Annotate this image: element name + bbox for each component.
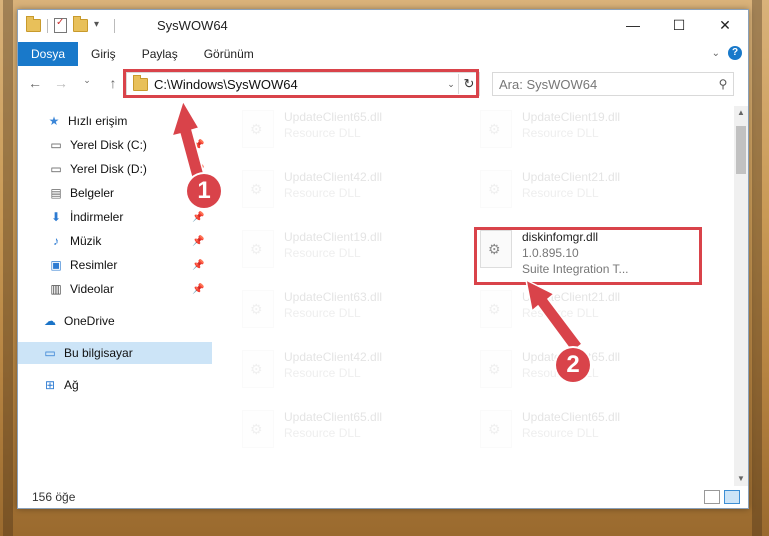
callout-2: 2: [556, 348, 590, 382]
dll-file-icon: [242, 110, 274, 148]
close-button[interactable]: ✕: [702, 10, 748, 40]
list-item[interactable]: UpdateClient42.dllResource DLL: [242, 350, 462, 400]
pictures-icon: ▣: [50, 258, 62, 272]
list-item[interactable]: UpdateClient21.dllResource DLL: [480, 290, 700, 340]
title-bar: ▾ SysWOW64 — ☐ ✕: [18, 10, 748, 42]
sidebar-item-network[interactable]: ⊞ Ağ: [18, 374, 212, 396]
sidebar-item-quick-access[interactable]: ★ Hızlı erişim: [18, 110, 212, 132]
dll-file-icon: [480, 170, 512, 208]
dll-file-icon: [480, 350, 512, 388]
list-item[interactable]: UpdateClient65.dllResource DLL: [242, 410, 462, 460]
help-icon[interactable]: ?: [728, 46, 742, 60]
sidebar-item-pictures[interactable]: ▣ Resimler 📌: [18, 254, 212, 276]
dll-file-icon: [242, 170, 274, 208]
file-list: UpdateClient65.dllResource DLL UpdateCli…: [214, 106, 734, 486]
item-count: 156 öğe: [32, 490, 76, 504]
list-item[interactable]: UpdateClient63.dllResource DLL: [242, 290, 462, 340]
pin-icon: 📌: [192, 235, 205, 247]
sidebar-item-downloads[interactable]: ⬇ İndirmeler 📌: [18, 206, 212, 228]
video-icon: ▥: [50, 282, 62, 296]
list-item[interactable]: UpdateClient42.dllResource DLL: [242, 170, 462, 220]
scroll-thumb[interactable]: [736, 126, 746, 174]
network-icon: ⊞: [44, 378, 56, 392]
list-item[interactable]: UpdateClient19.dllResource DLL: [242, 230, 462, 280]
pin-icon: 📌: [192, 283, 205, 295]
address-highlight: [123, 69, 479, 98]
customize-toolbar-icon[interactable]: ▾: [94, 19, 108, 33]
list-item[interactable]: UpdateClient65.dllResource DLL: [242, 110, 462, 160]
search-box[interactable]: Ara: SysWOW64 ⚲: [492, 72, 734, 96]
expand-ribbon-icon[interactable]: ⌄: [712, 48, 720, 59]
tab-paylas[interactable]: Paylaş: [129, 42, 191, 66]
properties-icon[interactable]: [54, 17, 67, 33]
window-title: SysWOW64: [157, 18, 228, 33]
dll-file-icon: [242, 290, 274, 328]
download-icon: ⬇: [50, 210, 62, 224]
list-item[interactable]: UpdateClient21.dllResource DLL: [480, 170, 700, 220]
music-icon: ♪: [53, 234, 59, 248]
dll-file-icon: [242, 350, 274, 388]
recent-locations-icon[interactable]: ⌄: [80, 75, 94, 91]
dll-file-icon: [242, 230, 274, 268]
new-folder-icon[interactable]: [73, 16, 88, 32]
status-bar: 156 öğe: [18, 486, 748, 508]
list-item[interactable]: UpdateClient65.dllResource DLL: [480, 350, 700, 400]
file-highlight: [474, 227, 702, 285]
sidebar-item-onedrive[interactable]: ☁ OneDrive: [18, 310, 212, 332]
tab-giris[interactable]: Giriş: [78, 42, 129, 66]
navigation-pane: ★ Hızlı erişim ▭ Yerel Disk (C:) 📌 ▭ Yer…: [18, 106, 213, 486]
forward-icon[interactable]: →: [54, 75, 68, 91]
search-icon[interactable]: ⚲: [713, 77, 733, 91]
dll-file-icon: [242, 410, 274, 448]
drive-icon: ▭: [50, 162, 62, 176]
pin-icon: 📌: [192, 259, 205, 271]
folder-icon: [26, 16, 41, 32]
drive-icon: ▭: [50, 138, 62, 152]
computer-icon: ▭: [44, 346, 56, 360]
sidebar-item-music[interactable]: ♪ Müzik 📌: [18, 230, 212, 252]
dll-file-icon: [480, 110, 512, 148]
sidebar-item-documents[interactable]: ▤ Belgeler 📌: [18, 182, 212, 204]
scroll-up-icon[interactable]: ▲: [734, 106, 748, 120]
tab-gorunum[interactable]: Görünüm: [191, 42, 267, 66]
dll-file-icon: [480, 410, 512, 448]
search-input[interactable]: Ara: SysWOW64: [493, 77, 713, 92]
sidebar-item-videos[interactable]: ▥ Videolar 📌: [18, 278, 212, 300]
sidebar-item-disk-d[interactable]: ▭ Yerel Disk (D:) 📌: [18, 158, 212, 180]
details-view-icon[interactable]: [704, 490, 720, 504]
quick-access-toolbar: ▾: [26, 16, 115, 33]
list-item[interactable]: UpdateClient65.dllResource DLL: [480, 410, 700, 460]
list-item[interactable]: UpdateClient19.dllResource DLL: [480, 110, 700, 160]
callout-1: 1: [187, 174, 221, 208]
document-icon: ▤: [50, 186, 62, 200]
sidebar-item-disk-c[interactable]: ▭ Yerel Disk (C:) 📌: [18, 134, 212, 156]
scroll-down-icon[interactable]: ▼: [734, 472, 748, 486]
pin-icon: 📌: [192, 139, 205, 151]
cloud-icon: ☁: [44, 314, 56, 328]
back-icon[interactable]: ←: [28, 75, 42, 91]
up-icon[interactable]: ↑: [106, 75, 120, 91]
pin-icon: 📌: [192, 211, 205, 223]
tab-dosya[interactable]: Dosya: [18, 42, 79, 66]
maximize-button[interactable]: ☐: [656, 10, 702, 40]
pin-icon: 📌: [192, 163, 205, 175]
sidebar-item-this-pc[interactable]: ▭ Bu bilgisayar: [18, 342, 212, 364]
ribbon-tabs: Dosya Giriş Paylaş Görünüm: [18, 42, 748, 66]
minimize-button[interactable]: —: [610, 10, 656, 40]
star-icon: ★: [48, 114, 60, 128]
vertical-scrollbar[interactable]: ▲ ▼: [734, 106, 748, 486]
tiles-view-icon[interactable]: [724, 490, 740, 504]
dll-file-icon: [480, 290, 512, 328]
